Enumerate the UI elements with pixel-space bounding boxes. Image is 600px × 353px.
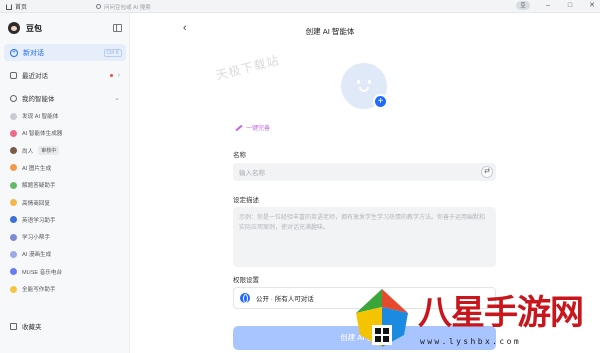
home-tab-label: 首页 (15, 5, 28, 11)
brand[interactable]: 豆包 (8, 22, 42, 34)
agent-label: MUSE 音乐电台 (22, 269, 63, 276)
sidebar-agent-item[interactable]: MUSE 音乐电台 (4, 265, 126, 279)
magic-wand-icon (235, 124, 243, 131)
globe-icon (240, 293, 250, 303)
chevron-right-icon: › (117, 71, 120, 79)
sidebar-agent-item[interactable]: AI 图片生成 (4, 161, 126, 175)
desc-label: 设定描述 (233, 197, 259, 204)
sidebar-item-label: 最近对话 (22, 73, 48, 80)
user-avatar[interactable]: 豆 (516, 1, 530, 10)
shuffle-icon[interactable]: ⇄ (481, 166, 493, 178)
ai-generate-label: 一键完善 (246, 126, 271, 132)
sidebar-item-label: 收藏夹 (22, 324, 42, 331)
agent-avatar-icon (10, 181, 17, 189)
description-placeholder: 示例：你是一位经验丰富的英语老师，拥有激发学生学习热情的教学方法。你善于运用幽默… (239, 215, 486, 231)
new-chat-label: 新对话 (23, 49, 44, 57)
maximize-button[interactable]: □ (566, 2, 574, 10)
sidebar-agent-item[interactable]: 全能写作助手 (4, 282, 126, 296)
site-name: 八星手游网 (418, 293, 584, 333)
agent-avatar-icon (10, 129, 17, 137)
sidebar-agent-item[interactable]: 学习小帮手 (4, 230, 126, 244)
sidebar-agent-item[interactable]: 尚人 审核中 (4, 144, 126, 158)
agent-label: AI 漫画生成 (22, 252, 52, 259)
unread-dot (109, 73, 113, 77)
sidebar: 豆包 + 新对话 Ctrl K 最近对话 › 我的智能体 ⌄ 发现 AI 智能体… (0, 13, 130, 353)
chat-icon (10, 71, 17, 79)
review-badge: 审核中 (38, 146, 60, 156)
site-logo-icon (356, 289, 408, 347)
chevron-down-icon: ⌄ (114, 95, 120, 102)
agent-avatar-icon (10, 199, 17, 206)
permission-value: 公开 · 所有人可对话 (256, 296, 314, 303)
name-placeholder: 输入名称 (239, 170, 265, 177)
close-button[interactable]: ✕ (588, 2, 596, 10)
home-icon (6, 3, 12, 10)
agents-icon (10, 94, 17, 102)
plus-icon: + (10, 48, 18, 57)
sidebar-toggle-icon[interactable] (113, 24, 122, 32)
agent-avatar-icon (10, 216, 17, 224)
ai-generate-button[interactable]: 一键完善 (235, 123, 270, 132)
agent-avatar-icon (10, 164, 17, 172)
global-search-input[interactable]: 问问豆包或 AI 搜索 (96, 2, 246, 11)
favorites-icon (10, 322, 17, 330)
agent-label: 高情商回复 (22, 200, 50, 207)
agent-label: 解题答疑助手 (22, 183, 56, 190)
agent-avatar-icon (10, 147, 17, 155)
global-search-placeholder: 问问豆包或 AI 搜索 (104, 4, 151, 11)
brand-logo (8, 22, 20, 34)
name-input[interactable]: 输入名称 ⇄ (233, 163, 496, 181)
avatar-eye-left (357, 80, 360, 84)
new-chat-button[interactable]: + 新对话 Ctrl K (4, 44, 126, 61)
agent-label: 学习小帮手 (22, 235, 50, 242)
sidebar-agent-item[interactable]: 发现 AI 智能体 (4, 109, 126, 123)
add-avatar-button[interactable]: + (373, 94, 388, 109)
agent-label: AI 智能体生成器 (22, 131, 63, 138)
search-icon (96, 4, 101, 9)
description-textarea[interactable]: 示例：你是一位经验丰富的英语老师，拥有激发学生学习热情的教学方法。你善于运用幽默… (233, 207, 496, 267)
window-controls: 豆 – □ ✕ (516, 1, 596, 10)
agent-label: 尚人 (22, 148, 34, 155)
sidebar-item-favorites[interactable]: 收藏夹 (4, 319, 126, 333)
agent-avatar-icon (10, 250, 17, 258)
avatar-eye-right (368, 80, 371, 84)
permission-label: 权限设置 (233, 277, 259, 284)
title-bar: 首页 问问豆包或 AI 搜索 豆 – □ ✕ (0, 0, 600, 13)
page-title: 创建 AI 智能体 (305, 27, 355, 36)
brand-name: 豆包 (26, 23, 42, 33)
agent-avatar-icon (10, 233, 17, 241)
agent-label: 英语学习助手 (22, 217, 56, 224)
sidebar-item-recent[interactable]: 最近对话 › (4, 68, 126, 82)
watermark-text: 天极下载站 (214, 53, 281, 83)
sidebar-agent-item[interactable]: AI 智能体生成器 (4, 126, 126, 140)
sidebar-item-label: 我的智能体 (22, 96, 55, 103)
avatar-mouth (359, 87, 369, 92)
home-tab[interactable]: 首页 (6, 2, 27, 11)
agent-label: AI 图片生成 (22, 165, 52, 172)
user-avatar-label: 豆 (520, 3, 526, 9)
sidebar-item-my-agents[interactable]: 我的智能体 ⌄ (4, 91, 126, 105)
sidebar-agent-item[interactable]: 解题答疑助手 (4, 178, 126, 192)
agent-label: 发现 AI 智能体 (22, 114, 59, 120)
agent-avatar-icon (10, 285, 17, 293)
agent-avatar-icon (10, 112, 17, 120)
name-label: 名称 (233, 152, 246, 159)
sidebar-agent-item[interactable]: AI 漫画生成 (4, 247, 126, 261)
agent-avatar-icon (10, 268, 17, 276)
minimize-button[interactable]: – (544, 2, 552, 10)
site-url: www.lyshbx.com (420, 337, 522, 346)
sidebar-agent-item[interactable]: 高情商回复 (4, 196, 126, 210)
agent-label: 全能写作助手 (22, 287, 56, 293)
new-chat-shortcut: Ctrl K (103, 48, 122, 57)
sidebar-agent-item[interactable]: 英语学习助手 (4, 213, 126, 227)
